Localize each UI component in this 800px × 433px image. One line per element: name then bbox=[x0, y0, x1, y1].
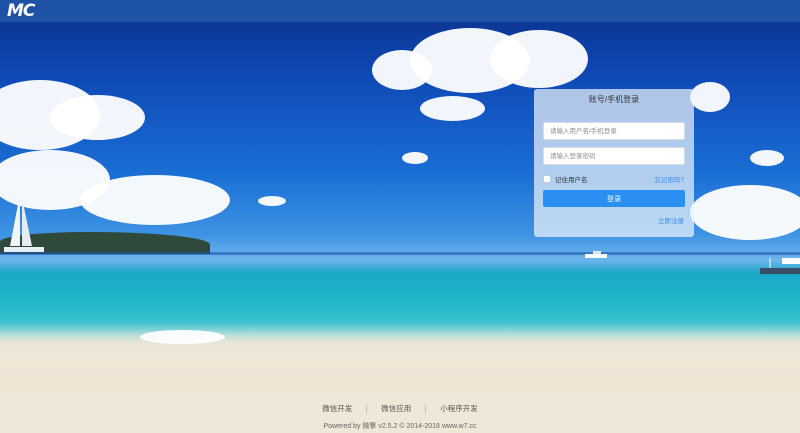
cloud bbox=[420, 96, 485, 121]
register-link[interactable]: 立即注册 bbox=[658, 215, 684, 225]
beach-sand bbox=[0, 322, 800, 392]
footer-links: 微信开发 微信应用 小程序开发 bbox=[0, 403, 800, 414]
sailboat-icon bbox=[4, 194, 44, 252]
copyright-text: Powered by 微擎 v2.5.2 © 2014-2018 www.w7.… bbox=[323, 423, 477, 430]
cloud bbox=[80, 175, 230, 225]
login-title: 账号/手机登录 bbox=[588, 95, 640, 104]
remember-label: 记住用户名 bbox=[555, 177, 588, 184]
horizon-line bbox=[0, 252, 800, 255]
cloud bbox=[690, 82, 730, 112]
footer: 微信开发 微信应用 小程序开发 Powered by 微擎 v2.5.2 © 2… bbox=[0, 391, 800, 433]
cloud bbox=[690, 185, 800, 240]
wave-foam bbox=[140, 330, 225, 344]
footer-link-wechat-dev[interactable]: 微信开发 bbox=[308, 403, 366, 414]
boat-icon bbox=[585, 251, 607, 258]
login-button[interactable]: 登录 bbox=[543, 190, 685, 207]
login-page: MC 账号/手机登录 记住用户名 忘记密码? 登录 立即注册 微信开发 微信应用… bbox=[0, 0, 800, 433]
cloud bbox=[50, 95, 145, 140]
footer-link-miniprogram-dev[interactable]: 小程序开发 bbox=[426, 403, 492, 414]
password-input[interactable] bbox=[543, 147, 685, 165]
cloud bbox=[258, 196, 286, 206]
username-input[interactable] bbox=[543, 122, 685, 140]
login-panel: 账号/手机登录 记住用户名 忘记密码? 登录 立即注册 bbox=[534, 89, 694, 237]
site-logo[interactable]: MC bbox=[7, 2, 35, 20]
footer-link-wechat-apps[interactable]: 微信应用 bbox=[367, 403, 425, 414]
cloud bbox=[750, 150, 784, 166]
forgot-password-link[interactable]: 忘记密码? bbox=[654, 174, 684, 184]
cloud bbox=[402, 152, 428, 164]
boat-icon bbox=[760, 258, 800, 274]
remember-checkbox[interactable] bbox=[543, 175, 551, 183]
remember-username[interactable]: 记住用户名 bbox=[543, 174, 588, 184]
cloud bbox=[490, 30, 588, 88]
header-bar: MC bbox=[0, 0, 800, 22]
